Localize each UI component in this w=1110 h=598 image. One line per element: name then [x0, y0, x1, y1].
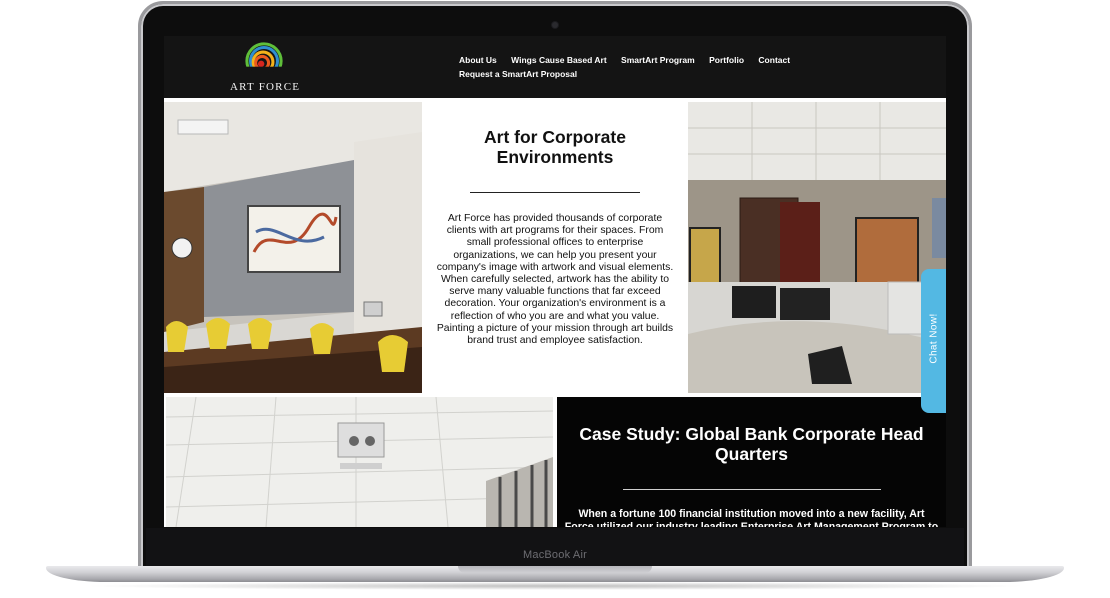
office-photo: [688, 102, 946, 393]
nav-about-us[interactable]: About Us: [459, 55, 497, 65]
intro-section: Art for Corporate Environments Art Force…: [426, 102, 684, 393]
art-force-logo-icon: [245, 42, 283, 80]
screen: ART FORCE About Us Wings Cause Based Art…: [164, 36, 946, 527]
nav-smartart-program[interactable]: SmartArt Program: [621, 55, 695, 65]
nav-wings-cause-based-art[interactable]: Wings Cause Based Art: [511, 55, 607, 65]
camera-icon: [552, 22, 558, 28]
ceiling-photo: [166, 397, 553, 527]
case-study-divider: [622, 489, 881, 490]
laptop-hinge-notch: [458, 566, 652, 573]
main-nav: About Us Wings Cause Based Art SmartArt …: [459, 54, 819, 81]
office-image: [688, 102, 946, 393]
boardroom-image: [164, 102, 422, 393]
screen-bottom-bezel: [146, 528, 964, 568]
case-study-body: When a fortune 100 financial institution…: [564, 508, 939, 527]
ceiling-image: [166, 397, 553, 527]
device-shadow: [80, 582, 1030, 590]
case-study-title: Case Study: Global Bank Corporate Head Q…: [579, 424, 924, 464]
nav-portfolio[interactable]: Portfolio: [709, 55, 744, 65]
chat-now-button[interactable]: Chat Now!: [921, 269, 946, 413]
device-brand-label: MacBook Air: [523, 549, 587, 561]
nav-request-smartart-proposal[interactable]: Request a SmartArt Proposal: [459, 69, 577, 79]
chat-now-label: Chat Now!: [928, 313, 940, 364]
intro-title: Art for Corporate Environments: [484, 127, 626, 167]
logo-text: ART FORCE: [230, 81, 301, 93]
intro-body: Art Force has provided thousands of corp…: [436, 213, 674, 347]
case-study-section: Case Study: Global Bank Corporate Head Q…: [557, 397, 946, 527]
boardroom-photo: [164, 102, 422, 393]
intro-divider: [470, 192, 640, 193]
site-header: ART FORCE About Us Wings Cause Based Art…: [164, 36, 946, 98]
nav-contact[interactable]: Contact: [758, 55, 790, 65]
